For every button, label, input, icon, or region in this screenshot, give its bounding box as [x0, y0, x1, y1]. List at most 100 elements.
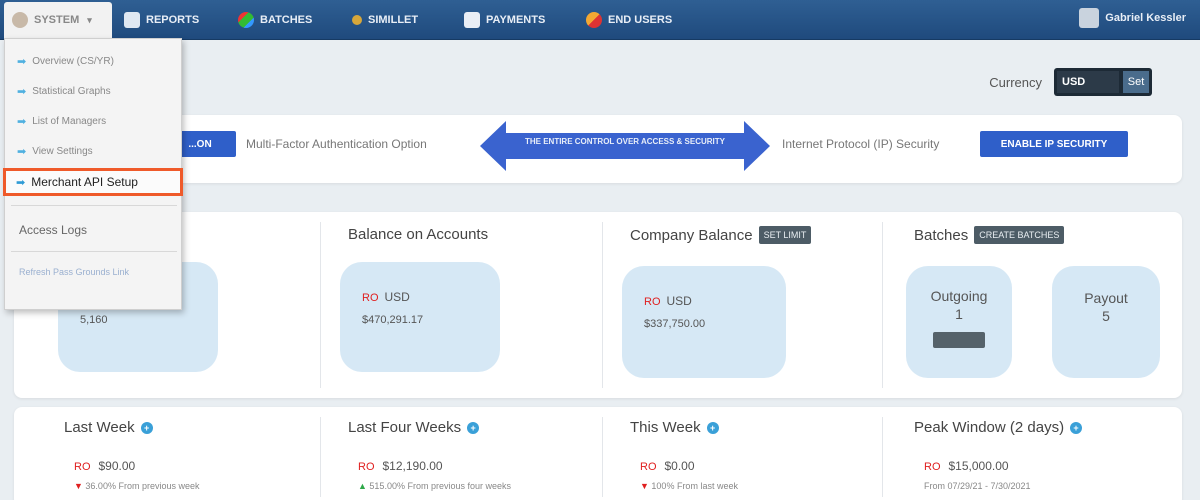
payments-icon — [464, 12, 480, 28]
period-currency: RO — [924, 461, 941, 473]
set-limit-button[interactable]: SET LIMIT — [758, 226, 812, 244]
nav-batches-label: BATCHES — [260, 14, 313, 26]
arrow-right-icon: ➡ — [17, 55, 27, 68]
payout-count: 5 — [1102, 308, 1110, 324]
period-amount: $0.00 — [664, 459, 695, 473]
gear-icon — [12, 12, 28, 28]
period-currency: RO — [358, 461, 375, 473]
menu-item-overview[interactable]: ➡ Overview (CS/YR) — [5, 49, 181, 73]
outgoing-card[interactable]: Outgoing 1 — [906, 266, 1012, 378]
menu-item-label: Overview (CS/YR) — [32, 55, 114, 67]
info-icon[interactable]: + — [1070, 421, 1083, 434]
avatar — [1079, 8, 1100, 28]
flag-icon: RO — [644, 296, 661, 308]
info-icon[interactable]: + — [467, 421, 480, 434]
payout-card[interactable]: Payout 5 — [1052, 266, 1160, 378]
batches-icon — [238, 12, 254, 28]
arrow-banner-text: THE ENTIRE CONTROL OVER ACCESS & SECURIT… — [525, 137, 726, 146]
column-divider — [602, 222, 603, 388]
period-last-four-weeks: Last Four Weeks + RO $12,190.00 ▲ 515.00% … — [348, 419, 511, 491]
system-dropdown-menu: ➡ Overview (CS/YR) ➡ Statistical Graphs … — [3, 38, 183, 310]
chevron-down-icon: ▾ — [87, 14, 92, 25]
flag-icon: RO — [362, 292, 379, 304]
balance-amount: $470,291.17 — [362, 314, 424, 326]
column-divider — [320, 417, 321, 497]
batches-title: Batches Create Batches — [914, 226, 1065, 244]
currency-box: USD Set — [1054, 68, 1152, 96]
period-sub: From 07/29/21 - 7/30/2021 — [924, 481, 1031, 491]
security-panel: ...ON Multi-Factor Authentication Option… — [14, 115, 1182, 183]
period-currency: RO — [640, 461, 657, 473]
arrow-right-icon: ➡ — [16, 176, 26, 189]
nav-end-users[interactable]: END USERS — [578, 6, 680, 34]
outgoing-count: 1 — [955, 306, 963, 322]
column-divider — [320, 222, 321, 388]
period-amount: $12,190.00 — [382, 459, 443, 473]
nav-reports-label: REPORTS — [146, 14, 200, 26]
stats-panel: 5,160 Balance on Accounts RO USD $470,291… — [14, 212, 1182, 398]
info-icon[interactable]: + — [140, 421, 153, 434]
create-batches-button[interactable]: Create Batches — [974, 226, 1065, 244]
menu-item-view-settings[interactable]: ➡ View Settings — [5, 139, 181, 163]
menu-item-merchant-api-setup[interactable]: ➡ Merchant API Setup — [3, 168, 183, 196]
currency-set-button[interactable]: Set — [1123, 71, 1149, 93]
currency-selector: Currency USD Set — [989, 68, 1152, 96]
users-icon — [586, 12, 602, 28]
balance-card: RO USD $470,291.17 — [340, 262, 500, 372]
user-name: Gabriel Kessler — [1105, 12, 1186, 24]
menu-item-label: View Settings — [32, 145, 93, 157]
period-sub: 36.00% From previous week — [85, 481, 200, 491]
menu-item-label: Statistical Graphs — [32, 85, 111, 97]
period-peak-window: Peak Window (2 days) + RO $15,000.00 From … — [914, 419, 1083, 491]
trend-down-icon: ▼ — [74, 481, 86, 491]
company-balance-card: RO USD $337,750.00 — [622, 266, 786, 378]
info-icon[interactable]: + — [706, 421, 719, 434]
trend-up-icon: ▲ — [358, 481, 370, 491]
period-title: This Week — [630, 419, 701, 436]
periods-panel: Last Week + RO $90.00 ▼ 36.00% From previo… — [14, 407, 1182, 500]
currency-select[interactable]: USD — [1057, 71, 1119, 93]
user-menu[interactable]: Gabriel Kessler — [1079, 8, 1186, 28]
stat-card-1-amount: 5,160 — [80, 314, 108, 326]
menu-divider — [11, 205, 177, 206]
outgoing-label: Outgoing — [930, 288, 988, 304]
period-title: Peak Window (2 days) — [914, 419, 1065, 436]
balance-title: Balance on Accounts — [348, 226, 489, 243]
mfa-text: Multi-Factor Authentication Option — [246, 137, 427, 151]
period-amount: $15,000.00 — [948, 459, 1009, 473]
menu-item-label: Merchant API Setup — [31, 175, 138, 189]
column-divider — [882, 222, 883, 388]
nav-wallet-label: SIMILLET — [368, 14, 419, 26]
company-currency-code: USD — [666, 294, 692, 308]
arrow-right-icon: ➡ — [17, 115, 27, 128]
nav-reports[interactable]: REPORTS — [116, 6, 207, 34]
column-divider — [882, 417, 883, 497]
period-sub: 100% From last week — [651, 481, 738, 491]
ip-security-text: Internet Protocol (IP) Security — [782, 137, 940, 151]
menu-divider — [11, 251, 177, 252]
company-balance-title: Company Balance SET LIMIT — [630, 226, 812, 244]
menu-item-list-of-managers[interactable]: ➡ List of Managers — [5, 109, 181, 133]
wallet-icon — [352, 15, 362, 25]
nav-batches[interactable]: BATCHES — [230, 6, 320, 34]
period-this-week: This Week + RO $0.00 ▼ 100% From last week — [630, 419, 738, 491]
nav-payments[interactable]: PAYMENTS — [456, 6, 553, 34]
period-amount: $90.00 — [98, 459, 136, 473]
menu-item-statistical-graphs[interactable]: ➡ Statistical Graphs — [5, 79, 181, 103]
nav-payments-label: PAYMENTS — [486, 14, 546, 26]
nav-wallet[interactable]: SIMILLET — [344, 6, 426, 34]
nav-system[interactable]: SYSTEM ▾ — [4, 2, 112, 38]
company-amount: $337,750.00 — [644, 318, 706, 330]
enable-ip-security-button[interactable]: ENABLE IP SECURITY — [980, 131, 1128, 157]
period-sub: 515.00% From previous four weeks — [369, 481, 511, 491]
balance-currency-code: USD — [384, 290, 410, 304]
company-currency: RO USD — [644, 294, 692, 308]
menu-footer-link[interactable]: Refresh Pass Grounds Link — [19, 267, 129, 277]
outgoing-badge — [933, 332, 985, 348]
batches-label: Batches — [914, 226, 969, 244]
period-currency: RO — [74, 461, 91, 473]
top-nav: SYSTEM ▾ REPORTS BATCHES SIMILLET PAYMEN… — [0, 0, 1200, 40]
nav-end-users-label: END USERS — [608, 14, 673, 26]
menu-item-access-logs[interactable]: Access Logs — [19, 223, 87, 237]
period-title: Last Week — [64, 419, 135, 436]
